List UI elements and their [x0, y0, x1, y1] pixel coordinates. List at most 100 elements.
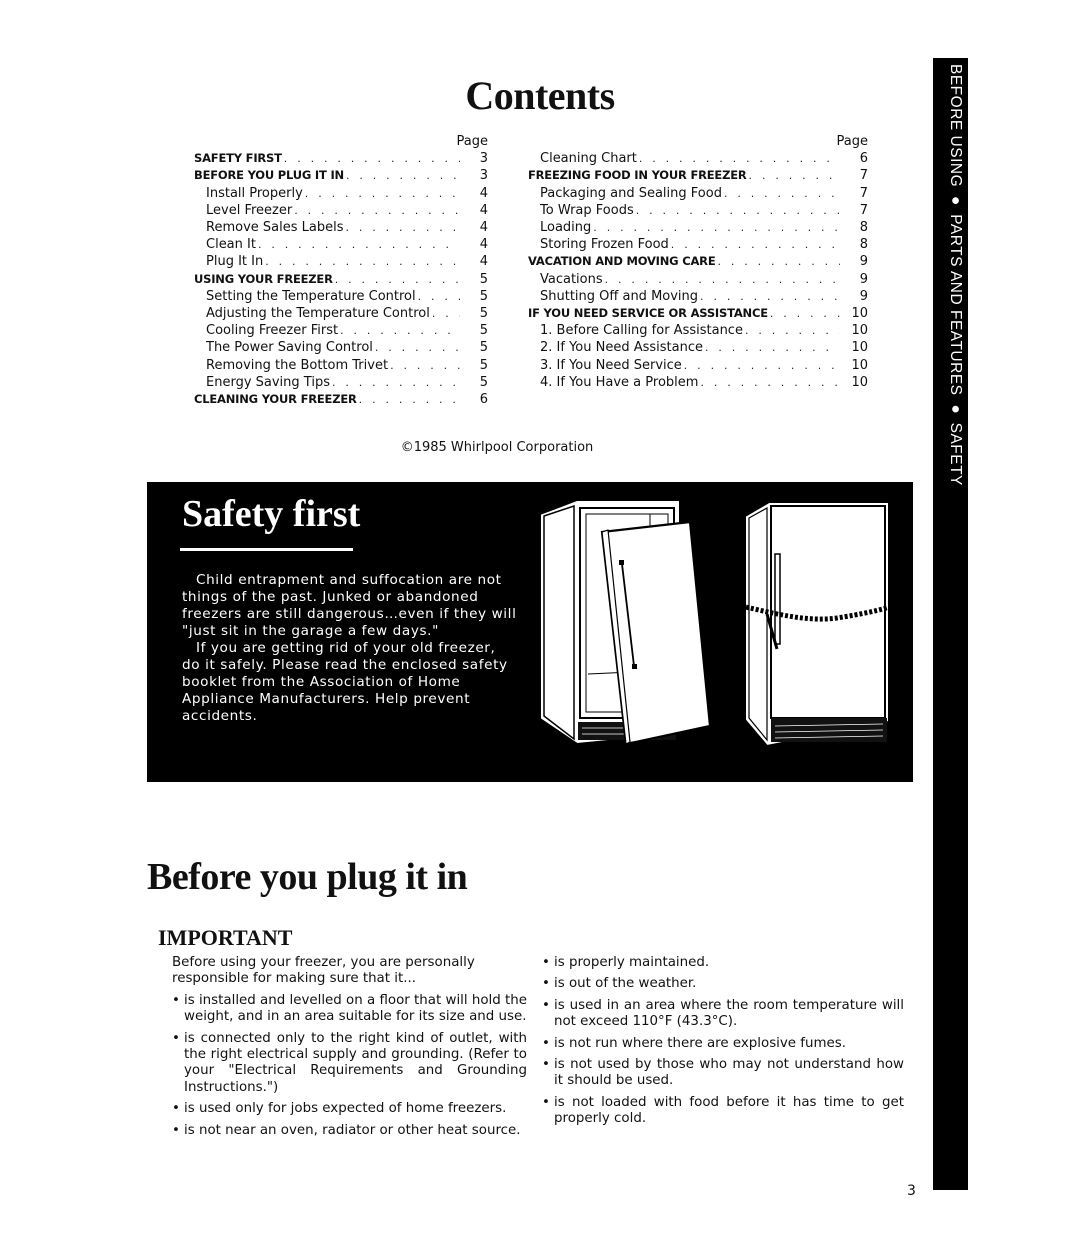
toc-subsection-entry: To Wrap Foods. . . . . . . . . . . . . .…	[540, 202, 868, 219]
toc-subsection-entry: The Power Saving Control. . . . . . . . …	[206, 339, 488, 356]
toc-page-header: Page	[836, 134, 868, 149]
toc-entry-page: 9	[859, 271, 868, 287]
before-plug-heading: Before you plug it in	[147, 856, 468, 898]
toc-subsection-entry: 1. Before Calling for Assistance. . . . …	[540, 322, 868, 339]
bullet-icon: •	[542, 1094, 550, 1110]
toc-entry-label: Clean It	[206, 237, 256, 253]
toc-entry-label: The Power Saving Control	[206, 340, 373, 356]
toc-leader-dots: . . . . . . . . . . . . . . . . . . . . …	[593, 221, 840, 235]
toc-entry-page: 7	[859, 202, 868, 218]
toc-entry-page: 6	[479, 392, 488, 408]
toc-section-entry: BEFORE YOU PLUG IT IN. . . . . . . . . .…	[194, 167, 488, 184]
safety-paragraph: If you are getting rid of your old freez…	[182, 640, 508, 724]
bullet-icon: •	[542, 1035, 550, 1051]
page-number: 3	[907, 1183, 916, 1199]
toc-entry-page: 4	[479, 254, 488, 270]
requirement-text: is not used by those who may not underst…	[554, 1057, 904, 1089]
toc-entry-label: CLEANING YOUR FREEZER	[194, 392, 357, 407]
toc-entry-page: 10	[851, 306, 868, 322]
toc-subsection-entry: Packaging and Sealing Food. . . . . . . …	[540, 185, 868, 202]
requirement-text: is connected only to the right kind of o…	[184, 1030, 527, 1095]
toc-entry-label: Plug It In	[206, 254, 264, 270]
requirements-list-left: • is installed and levelled on a floor th…	[172, 993, 527, 1139]
toc-entry-page: 5	[479, 323, 488, 339]
safety-paragraph: Child entrapment and suffocation are not…	[182, 572, 517, 639]
requirement-item: • is not loaded with food before it has t…	[542, 1095, 904, 1128]
toc-leader-dots: . . . . . . . . . . . . . . . . . . . . …	[358, 393, 460, 407]
toc-entry-page: 9	[859, 288, 868, 304]
toc-leader-dots: . . . . . . . . . . . . . . . . . . . . …	[769, 307, 840, 321]
toc-entry-label: Adjusting the Temperature Control	[206, 306, 430, 322]
toc-leader-dots: . . . . . . . . . . . . . . . . . . . . …	[635, 203, 840, 217]
requirements-intro: Before using your freezer, you are perso…	[172, 955, 475, 987]
toc-leader-dots: . . . . . . . . . . . . . . . . . . . . …	[723, 186, 840, 200]
toc-entry-page: 5	[479, 357, 488, 373]
toc-subsection-entry: Clean It. . . . . . . . . . . . . . . . …	[206, 236, 488, 253]
upright-freezer-door-removed-illustration	[539, 499, 712, 746]
toc-leader-dots: . . . . . . . . . . . . . . . . . . . . …	[265, 255, 460, 269]
toc-leader-dots: . . . . . . . . . . . . . . . . . . . . …	[748, 169, 840, 183]
toc-leader-dots: . . . . . . . . . . . . . . . . . . . . …	[638, 152, 840, 166]
toc-entry-page: 4	[479, 237, 488, 253]
toc-subsection-entry: 2. If You Need Assistance. . . . . . . .…	[540, 339, 868, 356]
bullet-icon: •	[542, 1057, 550, 1073]
toc-entry-page: 8	[859, 220, 868, 236]
requirements-list-right: • is properly maintained. • is out of the w…	[542, 955, 904, 1128]
toc-section-entry: FREEZING FOOD IN YOUR FREEZER. . . . . .…	[528, 167, 868, 184]
requirement-text: is not loaded with food before it has ti…	[554, 1094, 904, 1127]
toc-subsection-entry: Shutting Off and Moving. . . . . . . . .…	[540, 288, 868, 305]
important-subheading: IMPORTANT	[158, 925, 293, 950]
toc-entry-label: Install Properly	[206, 185, 303, 201]
toc-leader-dots: . . . . . . . . . . . . . . . . . . . . …	[334, 272, 460, 286]
requirement-item: • is used in an area where the room tempe…	[542, 998, 904, 1031]
toc-subsection-entry: Remove Sales Labels. . . . . . . . . . .…	[206, 219, 488, 236]
safety-first-title: Safety first	[182, 493, 361, 535]
toc-entry-page: 6	[859, 151, 868, 167]
requirements-left-column: Before using your freezer, you are perso…	[172, 955, 527, 1144]
toc-subsection-entry: Adjusting the Temperature Control. . . .…	[206, 305, 488, 322]
toc-entry-page: 7	[859, 185, 868, 201]
toc-entry-label: To Wrap Foods	[540, 202, 634, 218]
toc-entry-page: 10	[851, 374, 868, 390]
toc-entry-label: Vacations	[540, 271, 603, 287]
toc-entry-page: 10	[851, 357, 868, 373]
requirement-text: is properly maintained.	[554, 955, 710, 970]
toc-leader-dots: . . . . . . . . . . . . . . . . . . . . …	[304, 186, 460, 200]
requirement-text: is not run where there are explosive fum…	[554, 1035, 847, 1051]
requirement-text: is not near an oven, radiator or other h…	[184, 1122, 521, 1138]
toc-entry-page: 3	[479, 168, 488, 184]
toc-entry-label: USING YOUR FREEZER	[194, 271, 333, 286]
toc-entry-label: Cleaning Chart	[540, 151, 637, 167]
bullet-icon: •	[542, 997, 550, 1013]
bullet-icon: •	[542, 976, 550, 992]
toc-leader-dots: . . . . . . . . . . . . . . . . . . . . …	[717, 255, 840, 269]
bullet-icon: •	[172, 1030, 180, 1046]
toc-leader-dots: . . . . . . . . . . . . . . . . . . . . …	[345, 221, 460, 235]
requirement-item: • is not used by those who may not unders…	[542, 1057, 904, 1090]
toc-entry-page: 5	[479, 374, 488, 390]
toc-entry-page: 8	[859, 237, 868, 253]
toc-leader-dots: . . . . . . . . . . . . . . . . . . . . …	[331, 375, 460, 389]
toc-entry-page: 7	[859, 168, 868, 184]
toc-entry-label: Loading	[540, 220, 592, 236]
toc-entry-page: 5	[479, 288, 488, 304]
toc-entry-label: Packaging and Sealing Food	[540, 185, 722, 201]
requirement-text: is out of the weather.	[554, 976, 697, 992]
toc-subsection-entry: Cleaning Chart. . . . . . . . . . . . . …	[540, 150, 868, 167]
requirement-item: • is used only for jobs expected of home …	[172, 1101, 527, 1117]
bullet-icon: •	[172, 992, 180, 1008]
toc-entry-label: Setting the Temperature Control	[206, 288, 416, 304]
requirement-item: • is connected only to the right kind of …	[172, 1031, 527, 1097]
requirement-item: • is not near an oven, radiator or other …	[172, 1123, 527, 1139]
toc-page-header: Page	[456, 134, 488, 149]
requirement-item: • is not run where there are explosive fu…	[542, 1036, 904, 1052]
toc-leader-dots: . . . . . . . . . . . . . . . . . . . . …	[340, 324, 460, 338]
upright-freezer-chained-illustration	[740, 501, 893, 748]
bullet-icon: •	[542, 955, 550, 970]
copyright-notice: ©1985 Whirlpool Corporation	[400, 440, 594, 455]
toc-entry-page: 10	[851, 340, 868, 356]
bullet-icon: •	[172, 1101, 180, 1117]
toc-subsection-entry: 4. If You Have a Problem. . . . . . . . …	[540, 374, 868, 391]
toc-entry-page: 4	[479, 202, 488, 218]
toc-entry-label: BEFORE YOU PLUG IT IN	[194, 168, 344, 183]
